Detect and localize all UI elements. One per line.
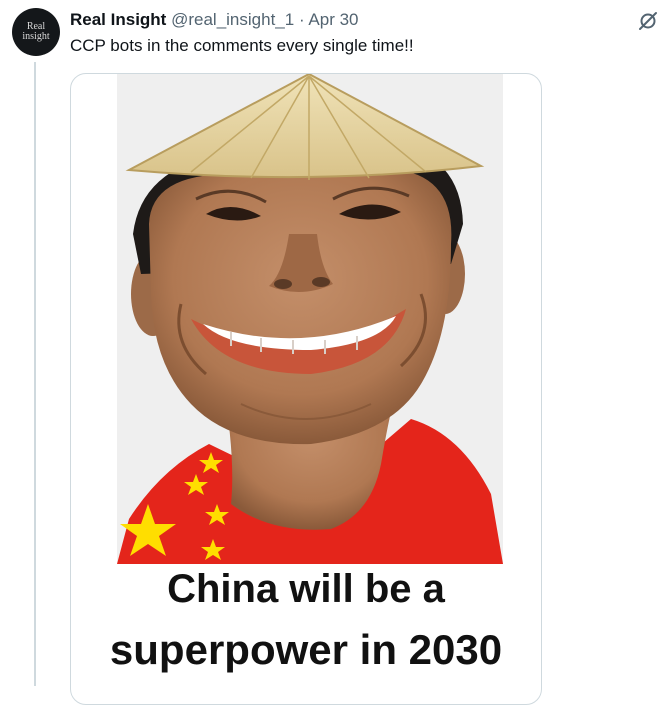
thread-line (34, 62, 36, 686)
tweet-media[interactable]: China will be a superpower in 2030 (70, 73, 542, 705)
separator-dot: · (298, 10, 305, 29)
author-handle[interactable]: @real_insight_1 (171, 10, 294, 29)
tweet-text: CCP bots in the comments every single ti… (70, 36, 414, 55)
avatar[interactable]: Real insight (12, 8, 60, 56)
avatar-text-line2: insight (22, 31, 50, 42)
meme-caption-line2: superpower in 2030 (109, 626, 503, 673)
meme-caption-line1: China will be a (167, 567, 445, 611)
tweet-date[interactable]: Apr 30 (308, 10, 358, 29)
grok-icon[interactable] (636, 9, 660, 33)
author-name[interactable]: Real Insight (70, 10, 166, 29)
tweet-header: Real Insight @real_insight_1 · Apr 30 (70, 10, 359, 30)
